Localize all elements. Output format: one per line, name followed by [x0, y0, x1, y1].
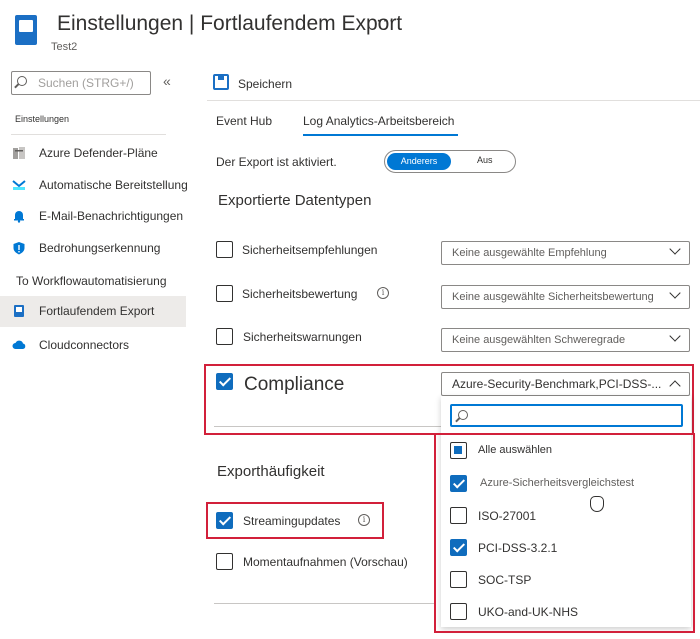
alerts-dropdown[interactable]: Keine ausgewählten Schweregrade: [441, 328, 690, 352]
toolbar-divider: [207, 100, 700, 101]
info-icon: i: [358, 514, 370, 526]
sidebar-search-input[interactable]: Suchen (STRG+/): [11, 71, 151, 95]
recommendations-label: Sicherheitsempfehlungen: [242, 243, 378, 257]
secure-score-checkbox[interactable]: [216, 285, 233, 302]
sidebar-item-label: Automatische Bereitstellung: [39, 178, 188, 192]
secure-score-dropdown[interactable]: Keine ausgewählte Sicherheitsbewertung: [441, 285, 690, 309]
dropdown-value: Keine ausgewählten Schweregrade: [452, 334, 626, 346]
section-divider: [214, 603, 434, 604]
sidebar-item-defender-plans[interactable]: Azure Defender-Pläne: [0, 138, 186, 169]
chevron-down-icon: [669, 330, 681, 342]
snapshots-label: Momentaufnahmen (Vorschau): [243, 555, 408, 569]
data-types-heading: Exportierte Datentypen: [218, 192, 372, 209]
export-enabled-label: Der Export ist aktiviert.: [216, 155, 337, 169]
toggle-on-option[interactable]: Anderers: [387, 153, 451, 170]
dropdown-value: Keine ausgewählte Empfehlung: [452, 247, 607, 259]
sidebar-item-email-notifications[interactable]: E-Mail-Benachrichtigungen: [0, 201, 186, 232]
sidebar-item-label: Azure Defender-Pläne: [39, 146, 158, 160]
streaming-checkbox[interactable]: [216, 512, 233, 529]
frequency-heading: Exporthäufigkeit: [217, 463, 325, 480]
search-icon: [458, 410, 468, 420]
save-icon: [213, 74, 229, 90]
bell-icon: [14, 211, 24, 223]
info-icon: i: [377, 287, 389, 299]
chevron-up-icon: [669, 380, 681, 392]
cloud-icon: [12, 340, 26, 349]
page-subtitle: Test2: [51, 41, 78, 53]
sidebar-item-label: Fortlaufendem Export: [39, 304, 155, 318]
auto-provisioning-icon: [12, 180, 26, 190]
more-options-button[interactable]: ···: [376, 12, 395, 30]
sidebar-item-cloud-connectors[interactable]: Cloudconnectors: [0, 330, 186, 361]
hand-cursor-icon: [590, 496, 604, 512]
sidebar-item-workflow-automation[interactable]: To Workflowautomatisierung: [16, 274, 167, 288]
options-highlight: [434, 433, 695, 633]
defender-plans-icon: [13, 147, 25, 159]
search-icon: [17, 76, 27, 86]
recommendations-checkbox[interactable]: [216, 241, 233, 258]
chevron-down-icon: [669, 287, 681, 299]
sidebar-item-label: Cloudconnectors: [39, 338, 130, 352]
sidebar-item-label: E-Mail-Benachrichtigungen: [39, 209, 184, 223]
alerts-label: Sicherheitswarnungen: [243, 330, 362, 344]
dropdown-value: Azure-Security-Benchmark,PCI-DSS-...: [452, 377, 662, 391]
sidebar-divider: [11, 134, 166, 135]
chevron-down-icon: [669, 243, 681, 255]
tab-event-hub[interactable]: Event Hub: [216, 114, 272, 128]
active-tab-indicator: [303, 134, 458, 136]
snapshots-checkbox[interactable]: [216, 553, 233, 570]
collapse-sidebar-button[interactable]: «: [163, 73, 171, 89]
streaming-label: Streamingupdates: [243, 514, 341, 528]
export-icon: [14, 305, 24, 317]
tab-log-analytics[interactable]: Log Analytics-Arbeitsbereich: [303, 114, 454, 128]
sidebar-item-label: Bedrohungserkennung: [39, 241, 161, 255]
search-placeholder: Suchen (STRG+/): [38, 76, 134, 90]
section-divider: [214, 426, 444, 427]
page-title: Einstellungen | Fortlaufendem Export: [57, 12, 403, 35]
sidebar-item-auto-provisioning[interactable]: Automatische Bereitstellung: [0, 170, 188, 201]
sidebar-item-threat-detection[interactable]: Bedrohungserkennung: [0, 233, 186, 264]
recommendations-dropdown[interactable]: Keine ausgewählte Empfehlung: [441, 241, 690, 265]
toggle-off-option[interactable]: Aus: [477, 155, 493, 165]
continuous-export-icon: [15, 15, 37, 45]
save-button[interactable]: Speichern: [238, 77, 292, 91]
shield-icon: [13, 242, 25, 255]
secure-score-label: Sicherheitsbewertung: [242, 287, 358, 301]
compliance-label: Compliance: [244, 374, 345, 395]
compliance-checkbox[interactable]: [216, 373, 233, 390]
alerts-checkbox[interactable]: [216, 328, 233, 345]
compliance-filter-input[interactable]: [450, 404, 683, 427]
compliance-dropdown[interactable]: Azure-Security-Benchmark,PCI-DSS-...: [441, 372, 690, 396]
export-enabled-toggle[interactable]: Anderers Aus: [384, 150, 516, 173]
sidebar-section-label: Einstellungen: [15, 114, 70, 124]
sidebar-item-continuous-export[interactable]: Fortlaufendem Export: [0, 296, 186, 327]
dropdown-value: Keine ausgewählte Sicherheitsbewertung: [452, 291, 654, 303]
